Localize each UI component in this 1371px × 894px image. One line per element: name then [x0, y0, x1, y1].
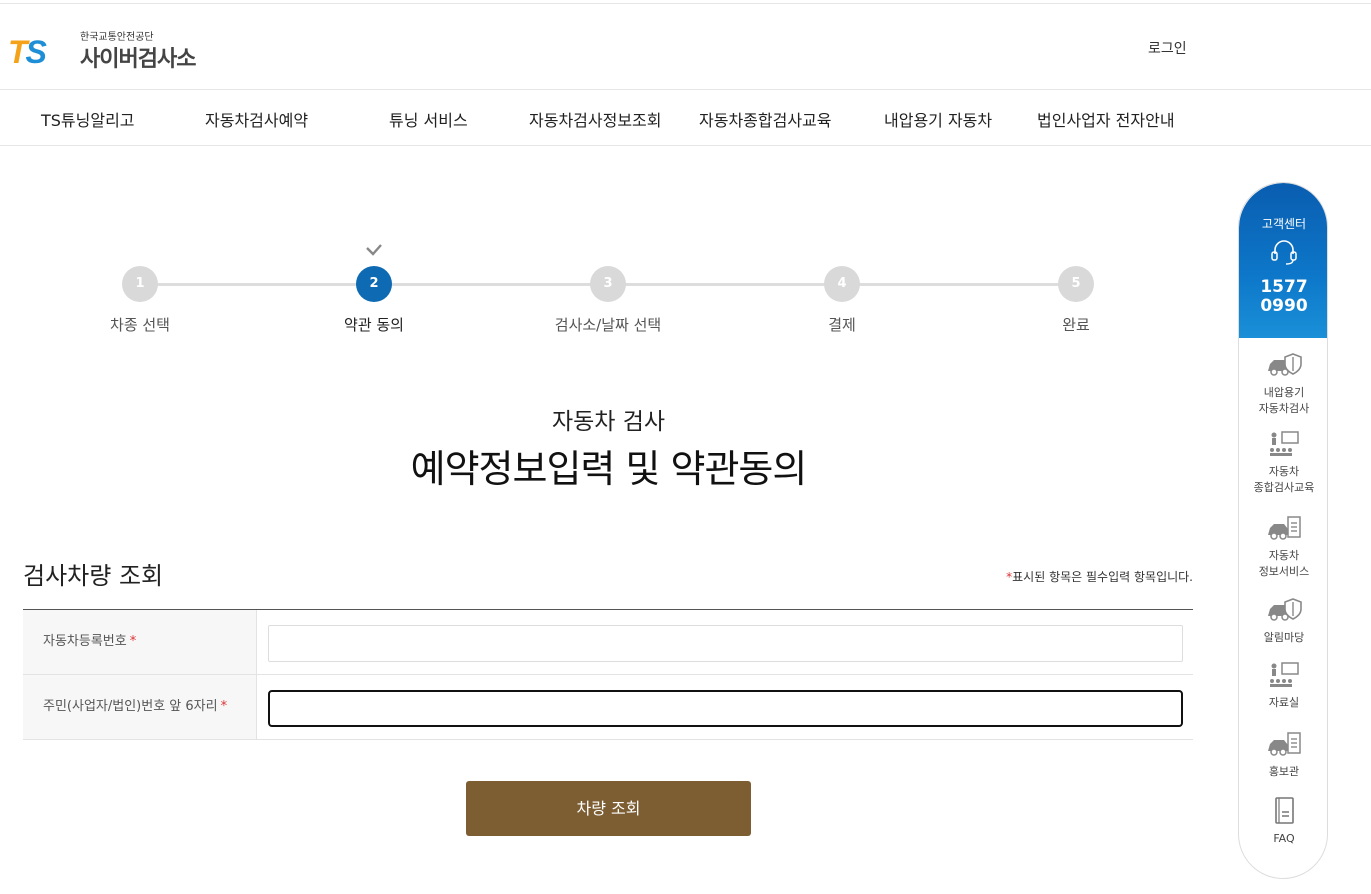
classroom-icon: [1270, 662, 1299, 687]
car-clipboard-icon: [1268, 516, 1301, 540]
nav-item-inspection-reservation[interactable]: 자동차검사예약: [205, 107, 308, 131]
step-label-1: 차종 선택: [110, 316, 170, 334]
quick-item-pressure-vessel[interactable]: 내압용기 자동차검사: [1239, 351, 1327, 417]
required-note: *표시된 항목은 필수입력 항목입니다.: [1006, 568, 1193, 585]
ts-logo-mark: TS: [8, 34, 47, 70]
step-circle-5: 5: [1058, 266, 1094, 302]
quick-item-info-service[interactable]: 자동차 정보서비스: [1239, 514, 1327, 580]
customer-center[interactable]: 고객센터 1577 0990: [1239, 183, 1327, 338]
resident-number-input[interactable]: [268, 690, 1183, 727]
nav-item-inspection-education[interactable]: 자동차종합검사교육: [699, 107, 831, 131]
quick-item-archive[interactable]: 자료실: [1239, 661, 1327, 711]
nav-item-inspection-info[interactable]: 자동차검사정보조회: [529, 107, 661, 131]
customer-center-label: 고객센터: [1261, 217, 1307, 231]
step-label-5: 완료: [1062, 316, 1090, 334]
registration-number-label: 자동차등록번호 *: [23, 610, 257, 674]
phone-number: 1577 0990: [1260, 277, 1308, 316]
resident-number-label: 주민(사업자/법인)번호 앞 6자리 *: [23, 675, 257, 739]
notebook-icon: [1275, 797, 1294, 824]
login-link[interactable]: 로그인: [1148, 38, 1187, 58]
required-star: *: [129, 634, 137, 649]
car-shield-icon: [1268, 598, 1302, 621]
check-icon: [366, 244, 382, 256]
page-subtitle: 자동차 검사: [551, 409, 666, 435]
car-clipboard-icon: [1268, 732, 1301, 756]
main-nav: TS튜닝알리고 자동차검사예약 튜닝 서비스 자동차검사정보조회 자동차종합검사…: [0, 91, 1371, 146]
vehicle-search-form: 자동차등록번호 * 주민(사업자/법인)번호 앞 6자리 *: [23, 609, 1193, 740]
step-circle-3: 3: [590, 266, 626, 302]
classroom-icon: [1270, 431, 1299, 456]
registration-number-input[interactable]: [268, 625, 1183, 662]
quick-item-education[interactable]: 자동차 종합검사교육: [1239, 430, 1327, 496]
logo-title: 사이버검사소: [80, 47, 196, 72]
nav-item-tuning-service[interactable]: 튜닝 서비스: [389, 107, 468, 131]
step-circle-1: 1: [122, 266, 158, 302]
section-title: 검사차량 조회: [23, 562, 164, 590]
step-circle-2: 2: [356, 266, 392, 302]
required-note-text: 표시된 항목은 필수입력 항목입니다.: [1012, 570, 1193, 584]
headset-icon: [1271, 240, 1297, 265]
header: TS 한국교통안전공단 사이버검사소 로그인: [0, 4, 1371, 90]
form-row-resident-number: 주민(사업자/법인)번호 앞 6자리 *: [23, 675, 1193, 740]
form-row-registration: 자동차등록번호 *: [23, 610, 1193, 675]
step-label-4: 결제: [828, 316, 856, 334]
nav-item-corporate-notice[interactable]: 법인사업자 전자안내: [1037, 107, 1175, 131]
step-progress: 1 2 3 4 5 차종 선택 약관 동의 검사소/날짜 선택 결제 완료: [0, 240, 1210, 340]
nav-item-pressure-vessel[interactable]: 내압용기 자동차: [884, 107, 992, 131]
required-star: *: [220, 699, 228, 714]
car-shield-icon: [1268, 353, 1302, 376]
quick-item-notice[interactable]: 알림마당: [1239, 596, 1327, 646]
step-label-3: 검사소/날짜 선택: [554, 316, 662, 334]
step-label-2: 약관 동의: [344, 316, 404, 334]
quick-item-faq[interactable]: FAQ: [1239, 797, 1327, 847]
quick-item-promotion[interactable]: 홍보관: [1239, 730, 1327, 780]
page-title: 예약정보입력 및 약관동의: [410, 447, 808, 491]
step-circle-4: 4: [824, 266, 860, 302]
vehicle-search-button[interactable]: 차량 조회: [466, 781, 751, 836]
nav-item-tuning-alert[interactable]: TS튜닝알리고: [41, 107, 135, 131]
quick-menu: 고객센터 1577 0990 내압용기 자동차검사 자동차 종합검사교육 자동차…: [1238, 182, 1328, 879]
